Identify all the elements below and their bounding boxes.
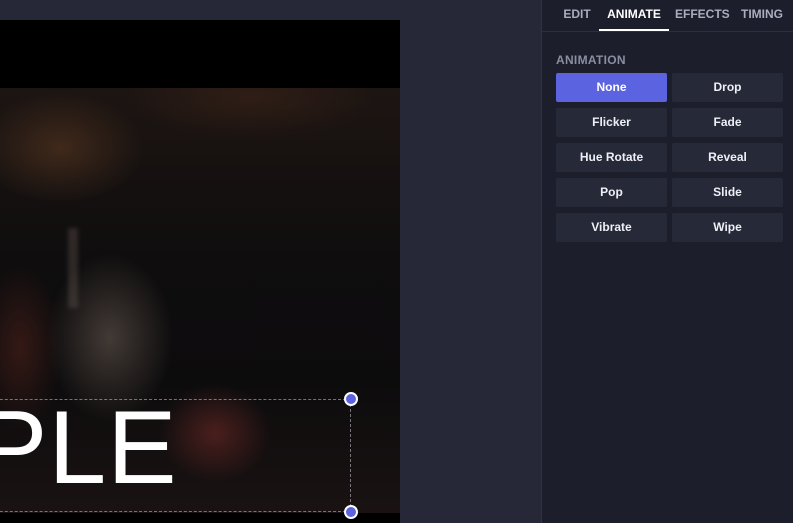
properties-panel: EDIT ANIMATE EFFECTS TIMING ANIMATION No… [541, 0, 793, 523]
tab-edit[interactable]: EDIT [562, 0, 592, 29]
preview-canvas[interactable]: PLE [0, 20, 400, 523]
selection-box[interactable] [0, 399, 351, 512]
animation-slide-button[interactable]: Slide [672, 178, 783, 207]
animation-pop-button[interactable]: Pop [556, 178, 667, 207]
animation-reveal-button[interactable]: Reveal [672, 143, 783, 172]
animation-vibrate-button[interactable]: Vibrate [556, 213, 667, 242]
animation-fade-button[interactable]: Fade [672, 108, 783, 137]
tab-effects[interactable]: EFFECTS [675, 0, 730, 29]
video-content [68, 228, 78, 308]
video-editor: PLE EDIT ANIMATE EFFECTS TIMING ANIMATIO… [0, 0, 793, 523]
animation-section-label: ANIMATION [556, 53, 626, 67]
resize-handle-top-right[interactable] [344, 392, 358, 406]
animation-wipe-button[interactable]: Wipe [672, 213, 783, 242]
panel-tabs: EDIT ANIMATE EFFECTS TIMING [542, 0, 793, 32]
resize-handle-bottom-right[interactable] [344, 505, 358, 519]
animation-drop-button[interactable]: Drop [672, 73, 783, 102]
workspace: PLE [0, 0, 541, 523]
tab-timing[interactable]: TIMING [738, 0, 786, 29]
animation-none-button[interactable]: None [556, 73, 667, 102]
tab-animate[interactable]: ANIMATE [599, 0, 669, 31]
animation-hue-rotate-button[interactable]: Hue Rotate [556, 143, 667, 172]
animation-flicker-button[interactable]: Flicker [556, 108, 667, 137]
